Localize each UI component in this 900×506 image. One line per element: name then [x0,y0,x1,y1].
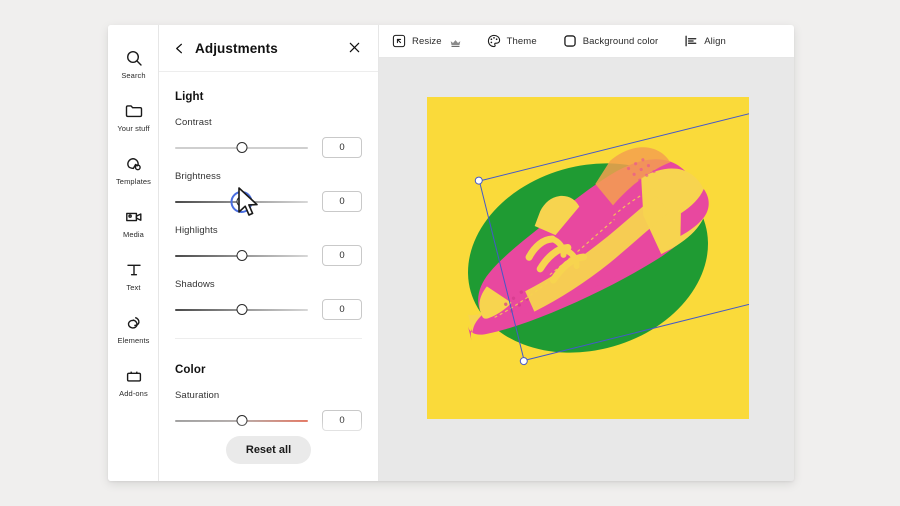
section-title-color: Color [175,364,362,376]
resize-button[interactable]: Resize [390,29,463,53]
theme-button[interactable]: Theme [485,29,539,53]
palette-icon [487,34,501,48]
control-label: Brightness [175,171,362,182]
brightness-value-input[interactable]: 0 [322,191,362,212]
slider-knob[interactable] [236,469,247,480]
templates-icon [124,154,144,174]
tool-label: Align [704,36,726,47]
highlights-value-input[interactable]: 0 [322,245,362,266]
warmth-slider[interactable] [175,468,308,482]
sidebar-item-elements[interactable]: Elements [108,302,159,355]
control-label: Saturation [175,390,362,401]
control-highlights: Highlights 0 [175,225,362,266]
shadows-slider[interactable] [175,303,308,317]
sidebar-item-your-stuff[interactable]: Your stuff [108,90,159,143]
tool-label: Theme [507,36,537,47]
panel-body: Light Contrast 0 Brightness [159,72,378,481]
editor-toolbar: Resize [379,25,794,58]
contrast-slider[interactable] [175,141,308,155]
sidebar-item-text[interactable]: Text [108,249,159,302]
slider-knob[interactable] [236,415,247,426]
slider-knob[interactable] [236,250,247,261]
media-icon [124,207,144,227]
tool-label: Resize [412,36,442,47]
tool-label: Background color [583,36,659,47]
highlights-slider[interactable] [175,249,308,263]
search-icon [124,48,144,68]
canvas-area[interactable] [379,58,794,481]
sidebar-item-search[interactable]: Search [108,37,159,90]
folder-icon [124,101,144,121]
slider-knob[interactable] [236,304,247,315]
app-window: Search Your stuff Templates [108,25,794,481]
control-saturation: Saturation 0 [175,390,362,431]
adjustments-panel: Adjustments Light Contrast 0 [159,25,379,481]
align-button[interactable]: Align [682,29,728,53]
editor-main: Resize [379,25,794,481]
chevron-left-icon[interactable] [173,40,187,56]
section-title-light: Light [175,91,362,103]
shadows-value-input[interactable]: 0 [322,299,362,320]
sidebar-item-label: Add-ons [119,390,148,398]
panel-header: Adjustments [159,25,378,72]
sidebar-rail: Search Your stuff Templates [108,25,159,481]
control-label: Contrast [175,117,362,128]
artboard[interactable] [427,97,749,419]
control-label: Highlights [175,225,362,236]
sidebar-item-label: Media [123,231,144,239]
warmth-value-input[interactable]: 0 [322,464,362,481]
background-color-button[interactable]: Background color [561,29,661,53]
control-contrast: Contrast 0 [175,117,362,158]
control-shadows: Shadows 0 [175,279,362,320]
crown-icon [450,36,461,47]
sidebar-item-label: Your stuff [117,125,149,133]
align-icon [684,34,698,48]
elements-icon [124,313,144,333]
saturation-slider[interactable] [175,414,308,428]
close-icon[interactable] [348,41,362,55]
sidebar-item-label: Templates [116,178,151,186]
shoe-artwork[interactable] [427,97,749,419]
control-brightness: Brightness 0 [175,171,362,212]
sidebar-item-label: Text [126,284,140,292]
page-title: Adjustments [195,41,348,56]
slider-knob[interactable] [236,142,247,153]
brightness-slider[interactable] [175,195,308,209]
reset-all-button[interactable]: Reset all [226,436,311,464]
background-color-icon [563,34,577,48]
sidebar-item-media[interactable]: Media [108,196,159,249]
control-label: Shadows [175,279,362,290]
addons-icon [124,366,144,386]
resize-icon [392,34,406,48]
contrast-value-input[interactable]: 0 [322,137,362,158]
sidebar-item-add-ons[interactable]: Add-ons [108,355,159,408]
section-divider [175,338,362,339]
sidebar-item-label: Elements [117,337,149,345]
text-icon [124,260,144,280]
slider-knob[interactable] [236,196,247,207]
sidebar-item-templates[interactable]: Templates [108,143,159,196]
saturation-value-input[interactable]: 0 [322,410,362,431]
sidebar-item-label: Search [121,72,145,80]
